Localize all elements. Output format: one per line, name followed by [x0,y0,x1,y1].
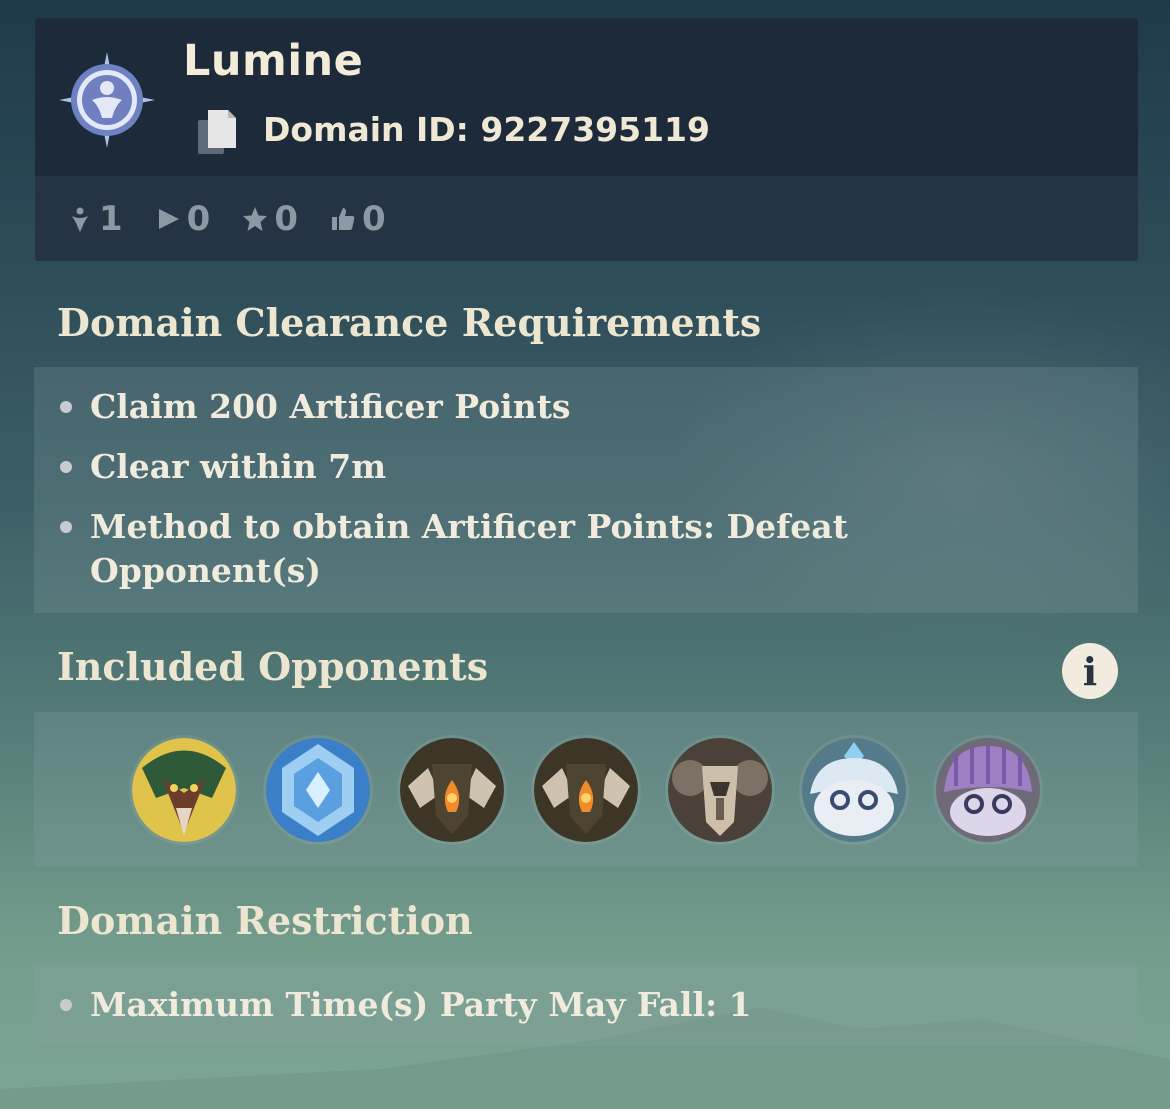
stat-favorites-value: 0 [274,198,299,239]
info-button[interactable]: i [1062,643,1118,699]
stat-plays-value: 0 [186,198,211,239]
opponent-electro-jellyfish-icon[interactable] [936,737,1040,842]
info-icon: i [1082,648,1098,694]
restriction-panel: Maximum Time(s) Party May Fall: 1 [34,965,1138,1046]
clearance-title: Domain Clearance Requirements [57,300,762,345]
author-card: Lumine Domain ID: 9227395119 1 0 0 0 [35,18,1138,261]
stat-players: 1 [67,199,123,239]
opponent-cryo-slime-icon[interactable] [802,737,906,842]
author-name: Lumine [183,36,364,86]
clearance-panel: Claim 200 Artificer Points Clear within … [34,367,1138,613]
opponent-ruin-guard-icon[interactable] [400,737,504,842]
play-icon [158,208,179,229]
stat-likes: 0 [330,199,386,239]
requirement-item: Claim 200 Artificer Points [34,385,878,429]
requirement-item: Method to obtain Artificer Points: Defea… [34,505,878,593]
player-icon [72,207,88,232]
opponents-panel [34,712,1138,867]
stats-bar: 1 0 0 0 [35,176,1138,261]
restriction-item: Maximum Time(s) Party May Fall: 1 [34,983,1138,1027]
requirement-item: Clear within 7m [34,445,878,489]
restriction-title: Domain Restriction [57,898,473,943]
opponent-ruin-guard-icon[interactable] [534,737,638,842]
stat-favorites: 0 [242,199,298,239]
stat-players-value: 1 [99,198,123,239]
opponent-green-boss-icon[interactable] [132,737,236,842]
opponent-ruin-hunter-icon[interactable] [668,737,772,842]
compass-avatar-icon [57,50,157,150]
star-icon [243,206,268,231]
opponents-title: Included Opponents [57,644,489,689]
opponent-cryo-crystal-icon[interactable] [266,737,370,842]
stat-plays: 0 [155,198,211,239]
copy-icon[interactable] [195,106,239,158]
stat-likes-value: 0 [362,198,386,239]
thumbs-up-icon [332,207,355,230]
domain-id: Domain ID: 9227395119 [263,110,710,149]
